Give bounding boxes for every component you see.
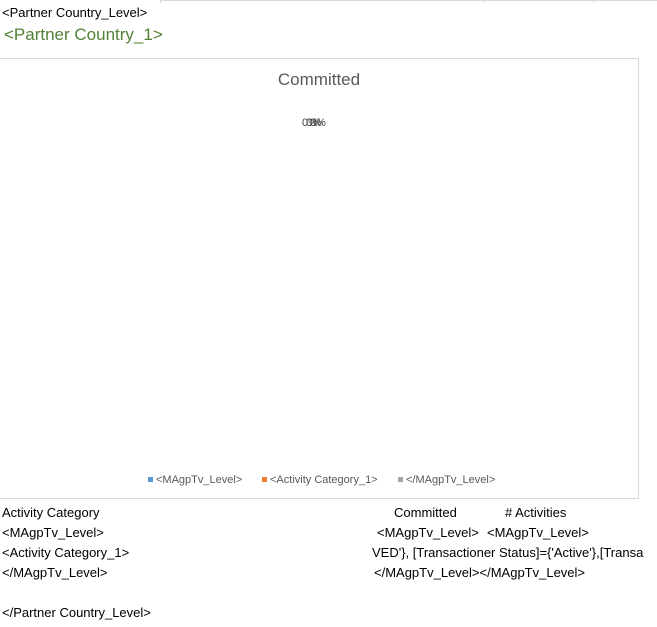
partner-country-heading: <Partner Country_1> xyxy=(4,25,163,44)
table-header-activities: # Activities xyxy=(505,505,567,520)
table-cell-formula: VED'}, [Transactioner Status]={'Active'}… xyxy=(372,545,644,560)
table-cell: <MAgpTv_Level> xyxy=(2,525,104,540)
chart-title: Committed xyxy=(277,70,361,89)
slice-data-label: 0% xyxy=(310,117,326,129)
partner-country-close-tag: </Partner Country_Level> xyxy=(2,605,151,620)
legend-swatch xyxy=(398,477,403,482)
legend-swatch xyxy=(262,477,267,482)
partner-country-open-tag: <Partner Country_Level> xyxy=(2,5,148,20)
table-header-committed: Committed xyxy=(394,505,457,520)
legend-label: <MAgpTv_Level> xyxy=(156,474,243,486)
table-header-activity-category: Activity Category xyxy=(2,505,100,520)
table-cell: </MAgpTv_Level></MAgpTv_Level> xyxy=(374,565,586,580)
table-cell: <MAgpTv_Level> xyxy=(487,525,589,540)
committed-pie-chart[interactable]: Committed 0% 0% 0% <MAgpTv_Level> <Activ… xyxy=(0,58,639,499)
legend-label: </MAgpTv_Level> xyxy=(406,474,496,486)
legend-label: <Activity Category_1> xyxy=(270,474,378,486)
column-divider xyxy=(484,0,485,3)
table-cell: <Activity Category_1> xyxy=(2,545,130,560)
chart-legend: <MAgpTv_Level> <Activity Category_1> </M… xyxy=(0,473,638,487)
table-cell: <MAgpTv_Level> xyxy=(377,525,479,540)
column-divider xyxy=(593,0,594,3)
column-divider xyxy=(160,0,161,3)
sheet-top-border xyxy=(160,0,657,1)
table-cell: </MAgpTv_Level> xyxy=(2,565,108,580)
legend-swatch xyxy=(148,477,153,482)
